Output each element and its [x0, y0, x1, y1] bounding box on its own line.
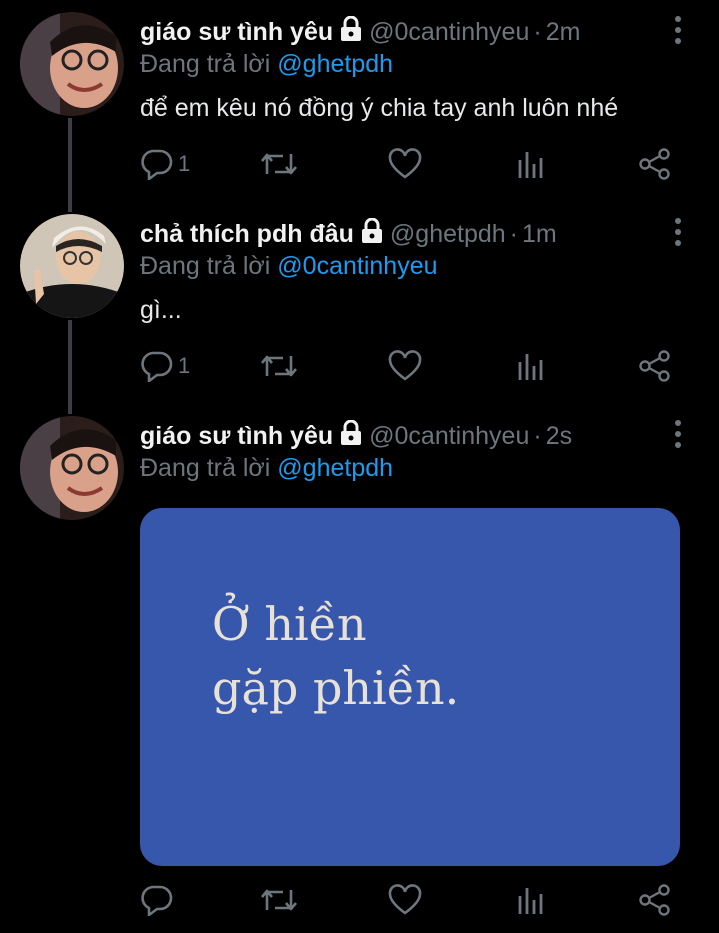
- retweet-icon: [261, 153, 297, 175]
- media-image[interactable]: Ở hiền gặp phiền.: [140, 508, 680, 866]
- reply-icon: [141, 149, 173, 180]
- more-icon[interactable]: [672, 218, 684, 246]
- media-caption: Ở hiền gặp phiền.: [212, 592, 459, 720]
- handle[interactable]: @ghetpdh: [390, 220, 506, 249]
- replying-to: Đang trả lời @ghetpdh: [140, 454, 393, 483]
- lock-icon: [339, 15, 363, 49]
- tweet-header: chả thích pdh đâu @ghetpdh · 1m: [140, 214, 659, 254]
- share-icon: [639, 148, 670, 180]
- like-button[interactable]: [388, 348, 422, 384]
- tweet-header: giáo sư tình yêu @0cantinhyeu · 2s: [140, 416, 659, 456]
- tweet-actions: [140, 882, 680, 918]
- tweet[interactable]: giáo sư tình yêu @0cantinhyeu · 2s Đang …: [0, 404, 719, 933]
- more-icon[interactable]: [672, 420, 684, 448]
- like-button[interactable]: [388, 146, 422, 182]
- replying-to: Đang trả lời @0cantinhyeu: [140, 252, 438, 281]
- analytics-button[interactable]: [516, 348, 546, 384]
- media-line: gặp phiền.: [212, 661, 460, 715]
- share-button[interactable]: [638, 882, 672, 918]
- analytics-icon: [518, 888, 543, 914]
- analytics-button[interactable]: [516, 882, 546, 918]
- reply-icon: [141, 885, 173, 916]
- reply-icon: [141, 351, 173, 382]
- retweet-button[interactable]: [260, 348, 298, 384]
- analytics-button[interactable]: [516, 146, 546, 182]
- separator: ·: [533, 17, 542, 46]
- timestamp[interactable]: 2s: [546, 422, 572, 451]
- retweet-icon: [261, 355, 297, 377]
- like-icon: [388, 884, 422, 915]
- avatar[interactable]: [20, 416, 124, 520]
- separator: ·: [533, 421, 542, 450]
- tweet[interactable]: giáo sư tình yêu @0cantinhyeu · 2m Đang …: [0, 0, 719, 200]
- share-button[interactable]: [638, 146, 672, 182]
- share-icon: [639, 884, 670, 916]
- replying-prefix: Đang trả lời: [140, 252, 271, 280]
- lock-icon: [360, 217, 384, 251]
- like-icon: [388, 148, 422, 179]
- like-button[interactable]: [388, 882, 422, 918]
- media-line: Ở hiền: [212, 597, 367, 651]
- like-icon: [388, 350, 422, 381]
- replying-to: Đang trả lời @ghetpdh: [140, 50, 393, 79]
- share-icon: [639, 350, 670, 382]
- more-icon[interactable]: [672, 16, 684, 44]
- lock-icon: [339, 419, 363, 453]
- retweet-button[interactable]: [260, 882, 298, 918]
- timestamp[interactable]: 1m: [522, 220, 557, 249]
- tweet-text: để em kêu nó đồng ý chia tay anh luôn nh…: [140, 94, 619, 122]
- tweet-actions: 1: [140, 146, 680, 182]
- reply-button[interactable]: 1: [140, 348, 190, 384]
- display-name[interactable]: giáo sư tình yêu: [140, 422, 333, 451]
- display-name[interactable]: giáo sư tình yêu: [140, 18, 333, 47]
- timestamp[interactable]: 2m: [546, 18, 581, 47]
- tweet[interactable]: chả thích pdh đâu @ghetpdh · 1m Đang trả…: [0, 202, 719, 402]
- reply-count: 1: [178, 353, 191, 378]
- mention-link[interactable]: @ghetpdh: [277, 50, 393, 78]
- reply-count: 1: [178, 151, 191, 176]
- tweet-text: gì...: [140, 296, 182, 324]
- separator: ·: [509, 219, 518, 248]
- replying-prefix: Đang trả lời: [140, 50, 271, 78]
- replying-prefix: Đang trả lời: [140, 454, 271, 482]
- avatar[interactable]: [20, 12, 124, 116]
- retweet-icon: [261, 889, 297, 911]
- retweet-button[interactable]: [260, 146, 298, 182]
- mention-link[interactable]: @0cantinhyeu: [277, 252, 437, 280]
- reply-button[interactable]: 1: [140, 146, 190, 182]
- analytics-icon: [518, 152, 543, 178]
- share-button[interactable]: [638, 348, 672, 384]
- tweet-header: giáo sư tình yêu @0cantinhyeu · 2m: [140, 12, 659, 52]
- reply-button[interactable]: [140, 882, 174, 918]
- mention-link[interactable]: @ghetpdh: [277, 454, 393, 482]
- analytics-icon: [518, 354, 543, 380]
- handle[interactable]: @0cantinhyeu: [369, 422, 529, 451]
- handle[interactable]: @0cantinhyeu: [369, 18, 529, 47]
- tweet-actions: 1: [140, 348, 680, 384]
- display-name[interactable]: chả thích pdh đâu: [140, 220, 354, 249]
- avatar[interactable]: [20, 214, 124, 318]
